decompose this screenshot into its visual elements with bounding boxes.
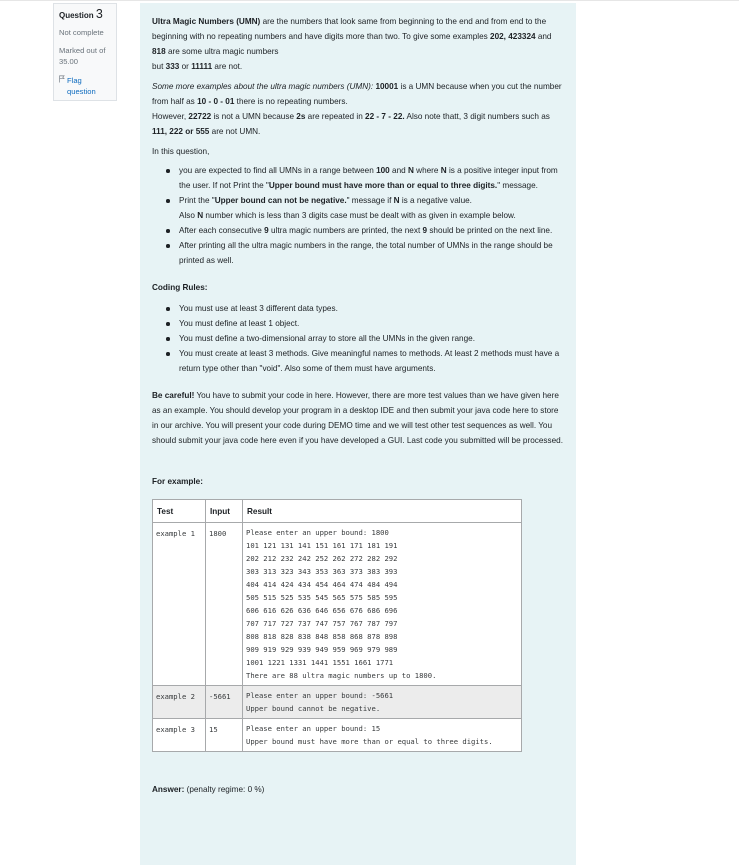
b2-t3: is a negative value.: [399, 196, 472, 205]
question-text-panel: Ultra Magic Numbers (UMN) are the number…: [140, 3, 576, 865]
me-text6: Also note thatt, 3 digit numbers such as: [404, 112, 550, 121]
table-row: example 1 1800 Please enter an upper bou…: [152, 522, 522, 686]
in-this-question: In this question,: [152, 147, 210, 156]
intro-text5: or: [179, 62, 192, 71]
examples-table: Test Input Result example 1 1800 Please …: [152, 499, 522, 752]
b3-t1: After each consecutive: [179, 226, 265, 235]
b1-b4: Upper bound must have more than or equal…: [268, 181, 498, 190]
requirements-list: you are expected to find all UMNs in a r…: [152, 163, 564, 268]
more-examples-italic: Some more examples about the ultra magic…: [152, 82, 374, 91]
question-number-value: 3: [95, 7, 103, 21]
coding-rules-title: Coding Rules:: [152, 283, 208, 292]
table-row: example 2 -5661 Please enter an upper bo…: [152, 685, 522, 719]
intro-text2: and: [535, 32, 552, 41]
intro-bold3: 333: [165, 62, 180, 71]
careful-bold: Be careful!: [152, 391, 195, 400]
for-example-title: For example:: [152, 477, 203, 486]
intro-bold1: 202, 423324: [490, 32, 536, 41]
table-header-row: Test Input Result: [152, 499, 522, 523]
me-text2: there is no repeating numbers.: [234, 97, 348, 106]
cell-test: example 3: [152, 718, 206, 752]
b1-t2: and: [389, 166, 408, 175]
header-test: Test: [152, 499, 206, 523]
me-bold1: 10001: [375, 82, 399, 91]
cell-input: 15: [205, 718, 243, 752]
list-item: You must define at least 1 object.: [166, 316, 564, 331]
question-grade: Marked out of 35.00: [59, 46, 106, 66]
answer-label: Answer: (penalty regime: 0 %): [152, 782, 564, 797]
intro-text6: are not.: [212, 62, 243, 71]
intro-text4: but: [152, 62, 166, 71]
umn-title: Ultra Magic Numbers: [152, 17, 234, 26]
top-divider: [0, 0, 739, 1]
list-item: You must create at least 3 methods. Give…: [166, 346, 564, 376]
intro-bold4: 11111: [191, 62, 213, 71]
list-item: you are expected to find all UMNs in a r…: [166, 163, 564, 193]
umn-abbr: (UMN): [236, 17, 261, 26]
cell-input: -5661: [205, 685, 243, 719]
list-item: After each consecutive 9 ultra magic num…: [166, 223, 564, 238]
list-item: Print the "Upper bound can not be negati…: [166, 193, 564, 223]
b2-t4: Also: [179, 211, 198, 220]
me-text7: are not UMN.: [209, 127, 261, 136]
list-item: You must define a two-dimensional array …: [166, 331, 564, 346]
table-row: example 3 15 Please enter an upper bound…: [152, 718, 522, 752]
b3-t3: should be printed on the next line.: [427, 226, 553, 235]
cell-result: Please enter an upper bound: 15 Upper bo…: [242, 718, 522, 752]
question-label: Question: [59, 11, 94, 20]
me-text3: However,: [152, 112, 189, 121]
question-number: Question 3: [59, 7, 111, 21]
flag-icon: [59, 75, 65, 97]
me-text4: is not a UMN because: [211, 112, 297, 121]
me-bold2: 10 - 0 - 01: [197, 97, 235, 106]
flag-question-label: Flag question: [67, 76, 96, 96]
answer-penalty: (penalty regime: 0 %): [184, 785, 265, 794]
header-result: Result: [242, 499, 522, 523]
more-examples-paragraph: Some more examples about the ultra magic…: [152, 79, 564, 139]
b1-t3: where: [413, 166, 441, 175]
b2-b1: Upper bound can not be negative.: [214, 196, 347, 205]
b1-t5: " message.: [497, 181, 538, 190]
b1-b1: 100: [376, 166, 390, 175]
question-info-panel: Question 3 Not complete Marked out of 35…: [53, 3, 117, 101]
me-bold5: 22 - 7 - 22.: [365, 112, 405, 121]
be-careful-paragraph: Be careful! You have to submit your code…: [152, 388, 564, 448]
header-input: Input: [205, 499, 243, 523]
cell-test: example 2: [152, 685, 206, 719]
me-bold3: 22722: [188, 112, 212, 121]
answer-bold: Answer:: [152, 785, 185, 794]
intro-text3: are some ultra magic numbers: [165, 47, 279, 56]
cell-test: example 1: [152, 522, 206, 686]
list-item: After printing all the ultra magic numbe…: [166, 238, 564, 268]
b1-t1: you are expected to find all UMNs in a r…: [179, 166, 377, 175]
careful-text: You have to submit your code in here. Ho…: [152, 391, 563, 445]
coding-rules-list: You must use at least 3 different data t…: [152, 301, 564, 376]
flag-question-link[interactable]: Flag question: [59, 75, 111, 97]
cell-input: 1800: [205, 522, 243, 686]
b3-t2: ultra magic numbers are printed, the nex…: [268, 226, 423, 235]
intro-paragraph: Ultra Magic Numbers (UMN) are the number…: [152, 14, 564, 74]
cell-result: Please enter an upper bound: 1800 101 12…: [242, 522, 522, 686]
b2-t1: Print the ": [179, 196, 215, 205]
b2-t5: number which is less than 3 digits case …: [203, 211, 516, 220]
list-item: You must use at least 3 different data t…: [166, 301, 564, 316]
me-text5: are repeated in: [305, 112, 366, 121]
cell-result: Please enter an upper bound: -5661 Upper…: [242, 685, 522, 719]
b2-t2: " message if: [346, 196, 394, 205]
question-state: Not complete: [59, 28, 104, 37]
intro-bold2: 818: [152, 47, 166, 56]
me-bold6: 111, 222 or 555: [152, 127, 210, 136]
